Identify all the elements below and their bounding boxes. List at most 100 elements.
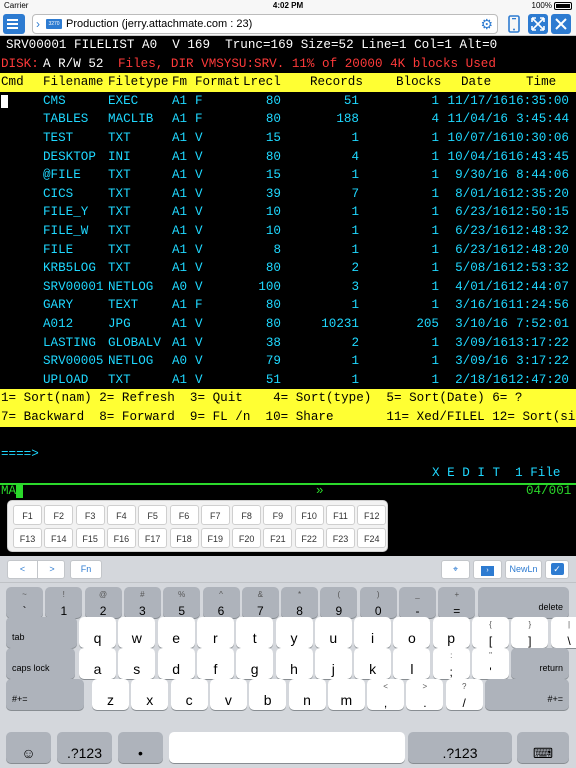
function-key-f7[interactable]: F7 <box>200 505 230 525</box>
function-key-f23[interactable]: F23 <box>326 528 355 548</box>
newline-button[interactable]: NewLn <box>505 560 542 579</box>
function-key-f20[interactable]: F20 <box>232 528 262 548</box>
function-key-f22[interactable]: F22 <box>294 528 324 548</box>
key-c[interactable]: c <box>170 679 208 710</box>
key-\[interactable]: | \ <box>550 617 576 648</box>
cursor-right-button[interactable]: > <box>37 561 66 578</box>
gear-icon[interactable]: ⚙ <box>480 16 493 33</box>
key-w[interactable]: w <box>118 617 156 648</box>
function-key-f6[interactable]: F6 <box>169 505 199 525</box>
key-o[interactable]: o <box>393 617 431 648</box>
disconnect-icon[interactable] <box>551 14 571 34</box>
delete-key[interactable]: delete <box>477 587 569 618</box>
function-key-f2[interactable]: F2 <box>44 505 74 525</box>
numbers-key-right[interactable]: .?123 <box>408 732 512 763</box>
hide-keyboard-key[interactable]: ⌨ <box>517 732 569 763</box>
key-symbol-1[interactable]: " ' <box>472 648 509 679</box>
key-u[interactable]: u <box>314 617 352 648</box>
function-key-f15[interactable]: F15 <box>75 528 105 548</box>
function-key-f13[interactable]: F13 <box>13 528 42 548</box>
file-row[interactable]: UPLOAD TXT A1 V 51 1 1 2/18/16 12:47:20 <box>0 371 576 390</box>
key-`[interactable]: ~ ` <box>6 587 43 618</box>
key-i[interactable]: i <box>354 617 392 648</box>
caps-lock-key[interactable]: caps lock <box>6 648 75 679</box>
function-key-f14[interactable]: F14 <box>44 528 74 548</box>
function-key-f24[interactable]: F24 <box>357 528 387 548</box>
key-q[interactable]: q <box>79 617 116 648</box>
file-row[interactable]: LASTING GLOBALV A1 V 38 2 1 3/09/16 13:17:22 <box>0 334 576 353</box>
shift-right-key[interactable]: #+= <box>485 679 569 710</box>
menu-button[interactable] <box>3 14 25 34</box>
function-key-f12[interactable]: F12 <box>357 505 387 525</box>
fullscreen-icon[interactable] <box>528 14 548 34</box>
key-p[interactable]: p <box>432 617 470 648</box>
file-row[interactable]: A012 JPG A1 V 80 10231 205 3/10/16 7:52:01 <box>0 315 576 334</box>
key-3[interactable]: #3 <box>123 587 161 618</box>
file-row[interactable]: KRB5LOG TXT A1 V 80 2 1 5/08/16 12:53:32 <box>0 259 576 278</box>
file-row[interactable]: GARY TEXT A1 F 80 1 1 3/16/16 11:24:56 <box>0 296 576 315</box>
file-row[interactable]: SRV00001 NETLOG A0 V 100 3 1 4/01/16 12:44:07 <box>0 278 576 297</box>
key-l[interactable]: l <box>393 648 431 679</box>
file-row[interactable]: CICS TXT A1 V 39 7 1 8/01/16 12:35:20 <box>0 185 576 204</box>
function-key-f21[interactable]: F21 <box>263 528 293 548</box>
key-s[interactable]: s <box>118 648 156 679</box>
numbers-key[interactable]: .?123 <box>57 732 112 763</box>
function-key-f8[interactable]: F8 <box>232 505 262 525</box>
function-key-f16[interactable]: F16 <box>106 528 136 548</box>
file-row[interactable]: FILE TXT A1 V 8 1 1 6/23/16 12:48:20 <box>0 241 576 260</box>
function-key-f10[interactable]: F10 <box>294 505 324 525</box>
key-a[interactable]: a <box>79 648 116 679</box>
key-f[interactable]: f <box>196 648 234 679</box>
key-7[interactable]: & 7 <box>241 587 279 618</box>
keyboard-toggle-icon[interactable] <box>504 14 524 34</box>
fn-button[interactable]: Fn <box>70 560 102 579</box>
function-key-f3[interactable]: F3 <box>75 505 105 525</box>
function-key-f5[interactable]: F5 <box>138 505 168 525</box>
function-key-f11[interactable]: F11 <box>326 505 355 525</box>
key-0[interactable]: ) 0 <box>359 587 397 618</box>
key-=[interactable]: + = <box>438 587 476 618</box>
key-6[interactable]: ^ 6 <box>202 587 240 618</box>
key-v[interactable]: v <box>209 679 247 710</box>
key-d[interactable]: d <box>157 648 195 679</box>
key-[[interactable]: {[ <box>472 617 509 648</box>
key-1[interactable]: ! 1 <box>45 587 83 618</box>
key-9[interactable]: (9 <box>320 587 358 618</box>
key-r[interactable]: r <box>196 617 234 648</box>
key-symbol-0[interactable]: :; <box>432 648 470 679</box>
terminal-icon[interactable]: › <box>473 560 502 579</box>
key-punct-2[interactable]: ? / <box>445 679 483 710</box>
tab-key[interactable]: tab <box>6 617 77 648</box>
key-h[interactable]: h <box>275 648 313 679</box>
function-key-f9[interactable]: F9 <box>263 505 293 525</box>
return-key[interactable]: return <box>511 648 569 679</box>
key-g[interactable]: g <box>236 648 274 679</box>
key-t[interactable]: t <box>236 617 274 648</box>
file-row[interactable]: TEST TXT A1 V 15 1 1 10/07/16 10:30:06 <box>0 129 576 148</box>
command-line[interactable]: ====> <box>0 445 576 464</box>
key-j[interactable]: j <box>314 648 352 679</box>
key-5[interactable]: % 5 <box>163 587 201 618</box>
function-key-f17[interactable]: F17 <box>138 528 168 548</box>
dictation-key[interactable]: • <box>118 732 163 763</box>
connection-selector[interactable]: › 3270 Production (jerry.attachmate.com … <box>32 14 498 34</box>
file-row[interactable]: SRV00005 NETLOG A0 V 79 1 1 3/09/16 3:17:22 <box>0 352 576 371</box>
key--[interactable]: _ - <box>399 587 436 618</box>
file-row[interactable]: DESKTOP INI A1 V 80 4 1 10/04/16 16:43:45 <box>0 148 576 167</box>
key-m[interactable]: m <box>327 679 365 710</box>
key-2[interactable]: @2 <box>84 587 122 618</box>
key-punct-0[interactable]: <, <box>367 679 405 710</box>
key-b[interactable]: b <box>249 679 287 710</box>
key-x[interactable]: x <box>131 679 169 710</box>
function-key-f19[interactable]: F19 <box>200 528 230 548</box>
crosshair-icon[interactable]: ⌖ <box>441 560 470 579</box>
space-key[interactable] <box>169 732 405 763</box>
function-key-f4[interactable]: F4 <box>106 505 136 525</box>
cursor-left-button[interactable]: < <box>8 561 37 578</box>
shift-left-key[interactable]: #+= <box>6 679 84 710</box>
file-row[interactable]: @FILE TXT A1 V 15 1 1 9/30/16 8:44:06 <box>0 166 576 185</box>
key-][interactable]: }] <box>511 617 549 648</box>
key-z[interactable]: z <box>92 679 129 710</box>
check-icon[interactable]: ✓ <box>545 560 569 579</box>
key-n[interactable]: n <box>288 679 326 710</box>
